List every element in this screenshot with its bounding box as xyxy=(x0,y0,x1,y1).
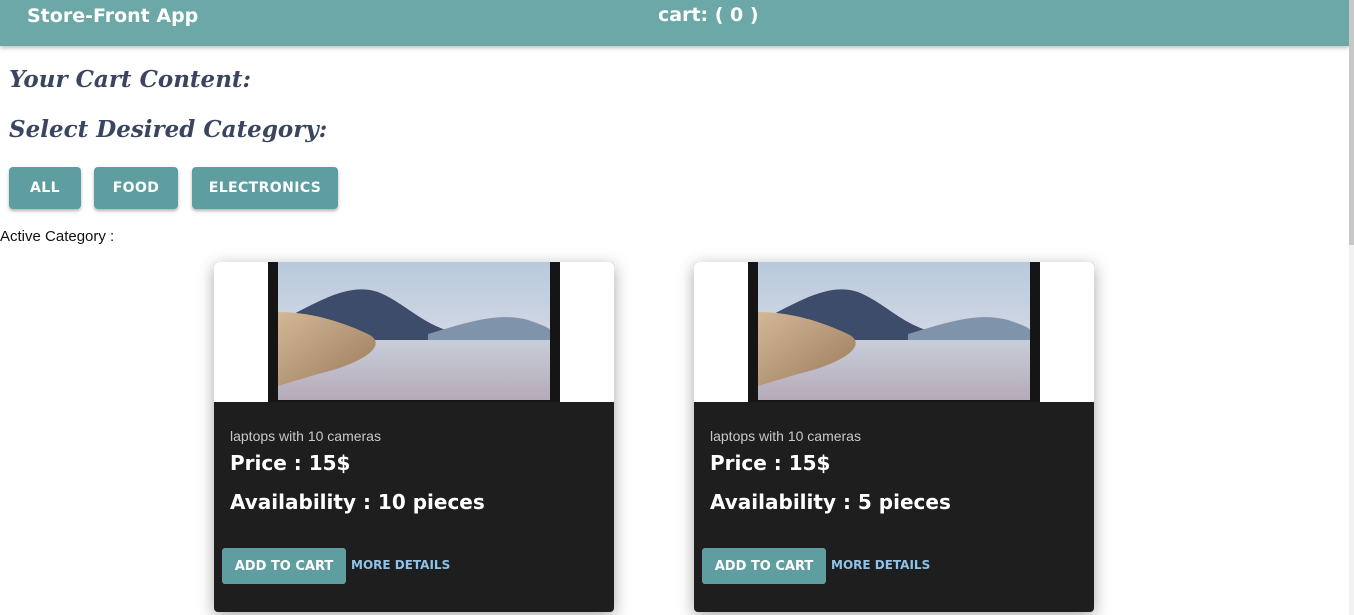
product-availability: Availability : 10 pieces xyxy=(230,490,485,514)
add-to-cart-button[interactable]: ADD TO CART xyxy=(702,548,826,584)
category-electronics-button[interactable]: ELECTRONICS xyxy=(192,167,338,209)
app-bar: Store-Front App cart: ( 0 ) xyxy=(0,0,1349,46)
category-food-button[interactable]: FOOD xyxy=(94,167,178,209)
active-category-label: Active Category : xyxy=(0,228,115,245)
product-description: laptops with 10 cameras xyxy=(710,428,861,444)
product-image xyxy=(214,262,614,402)
category-all-button[interactable]: ALL xyxy=(9,167,81,209)
product-price: Price : 15$ xyxy=(230,451,351,475)
category-heading: Select Desired Category: xyxy=(9,116,328,143)
app-title[interactable]: Store-Front App xyxy=(27,5,198,27)
product-availability: Availability : 5 pieces xyxy=(710,490,951,514)
product-card: laptops with 10 cameras Price : 15$ Avai… xyxy=(214,262,614,612)
scrollbar-thumb[interactable] xyxy=(1349,0,1354,245)
vertical-scrollbar[interactable] xyxy=(1349,0,1354,615)
landscape-wallpaper-image xyxy=(758,262,1030,400)
cart-count[interactable]: cart: ( 0 ) xyxy=(658,4,759,26)
more-details-button[interactable]: MORE DETAILS xyxy=(351,558,450,572)
add-to-cart-button[interactable]: ADD TO CART xyxy=(222,548,346,584)
product-price: Price : 15$ xyxy=(710,451,831,475)
product-image xyxy=(694,262,1094,402)
product-card: laptops with 10 cameras Price : 15$ Avai… xyxy=(694,262,1094,612)
product-description: laptops with 10 cameras xyxy=(230,428,381,444)
landscape-wallpaper-image xyxy=(278,262,550,400)
more-details-button[interactable]: MORE DETAILS xyxy=(831,558,930,572)
cart-content-heading: Your Cart Content: xyxy=(9,66,252,93)
